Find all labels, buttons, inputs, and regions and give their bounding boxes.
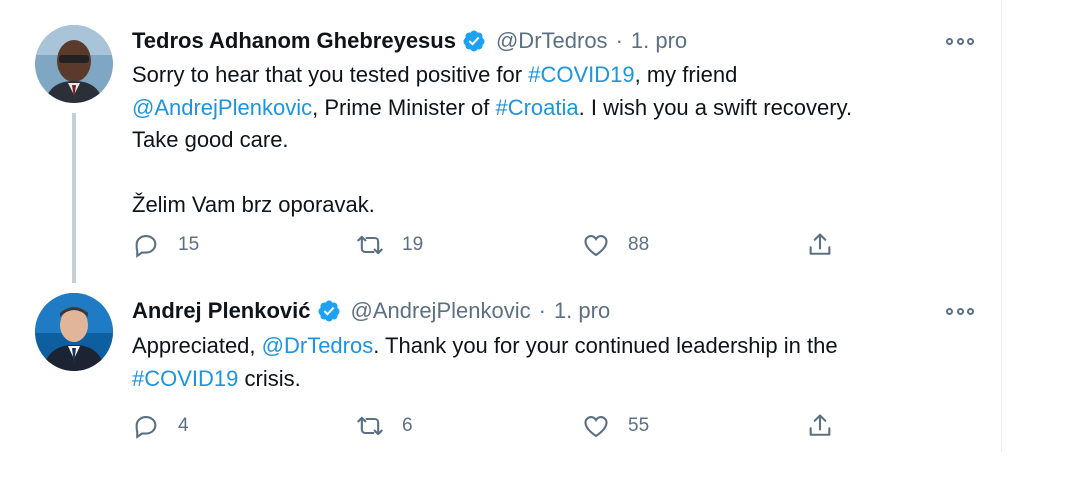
like-button[interactable]: 55: [582, 410, 649, 442]
verified-badge-icon: [317, 299, 341, 323]
display-name[interactable]: Tedros Adhanom Ghebreyesus: [132, 27, 456, 55]
hashtag-croatia[interactable]: #Croatia: [495, 95, 578, 120]
text-segment: Sorry to hear that you tested positive f…: [132, 62, 529, 87]
like-count: 88: [628, 234, 650, 255]
text-segment: . Thank you for your continued leadershi…: [373, 333, 838, 358]
tweet-actions: 4 6 55: [132, 410, 852, 442]
text-segment: , my friend: [634, 62, 738, 87]
text-segment: . I wish you a swift recovery.: [578, 94, 853, 120]
more-options-icon[interactable]: [946, 304, 974, 318]
tweet-actions: 15 19 88: [132, 229, 852, 261]
hashtag-covid19[interactable]: #COVID19: [132, 366, 238, 391]
share-icon: [809, 414, 831, 436]
reply-icon: [135, 234, 157, 258]
heart-icon: [584, 234, 608, 257]
reply-button[interactable]: 4: [132, 410, 189, 442]
text-segment: crisis.: [238, 365, 301, 391]
timestamp[interactable]: 1. pro: [631, 27, 687, 55]
retweet-icon: [357, 416, 383, 436]
display-name[interactable]: Andrej Plenković: [132, 297, 311, 325]
text-segment: Želim Vam brz oporavak.: [132, 192, 375, 217]
separator: ·: [615, 28, 623, 53]
separator: ·: [538, 298, 546, 323]
verified-badge-icon: [462, 29, 486, 53]
share-button[interactable]: [806, 410, 834, 442]
handle[interactable]: @AndrejPlenkovic: [351, 297, 531, 325]
retweet-count: 19: [402, 234, 424, 255]
retweet-icon: [357, 235, 383, 255]
timestamp[interactable]: 1. pro: [554, 297, 610, 325]
hashtag-covid19[interactable]: #COVID19: [528, 62, 634, 87]
avatar[interactable]: [35, 25, 113, 103]
retweet-count: 6: [402, 415, 413, 436]
tweet-text: Appreciated, @DrTedros. Thank you for yo…: [132, 330, 982, 395]
timeline-border: [1001, 0, 1002, 452]
like-count: 55: [628, 415, 650, 436]
share-icon: [809, 233, 831, 255]
heart-icon: [584, 415, 608, 438]
tweet-drtedros[interactable]: Tedros Adhanom Ghebreyesus @DrTedros · 1…: [0, 0, 1001, 275]
reply-button[interactable]: 15: [132, 229, 199, 261]
tweet-andrejplenkovic[interactable]: Andrej Plenković @AndrejPlenkovic · 1. p…: [0, 275, 1001, 460]
reply-count: 4: [178, 415, 189, 436]
mention-andrejplenkovic[interactable]: @AndrejPlenkovic: [132, 95, 312, 120]
like-button[interactable]: 88: [582, 229, 649, 261]
text-segment: Appreciated,: [132, 333, 262, 358]
avatar[interactable]: [35, 293, 113, 371]
share-button[interactable]: [806, 229, 834, 261]
reply-icon: [135, 415, 157, 439]
text-segment: Take good care.: [132, 127, 289, 152]
more-options-icon[interactable]: [946, 34, 974, 48]
reply-count: 15: [178, 234, 200, 255]
tweet-text: Sorry to hear that you tested positive f…: [132, 59, 982, 222]
retweet-button[interactable]: 19: [356, 229, 423, 261]
mention-drtedros[interactable]: @DrTedros: [262, 333, 374, 358]
retweet-button[interactable]: 6: [356, 410, 413, 442]
handle[interactable]: @DrTedros: [496, 27, 608, 55]
text-segment: , Prime Minister of: [312, 94, 496, 120]
